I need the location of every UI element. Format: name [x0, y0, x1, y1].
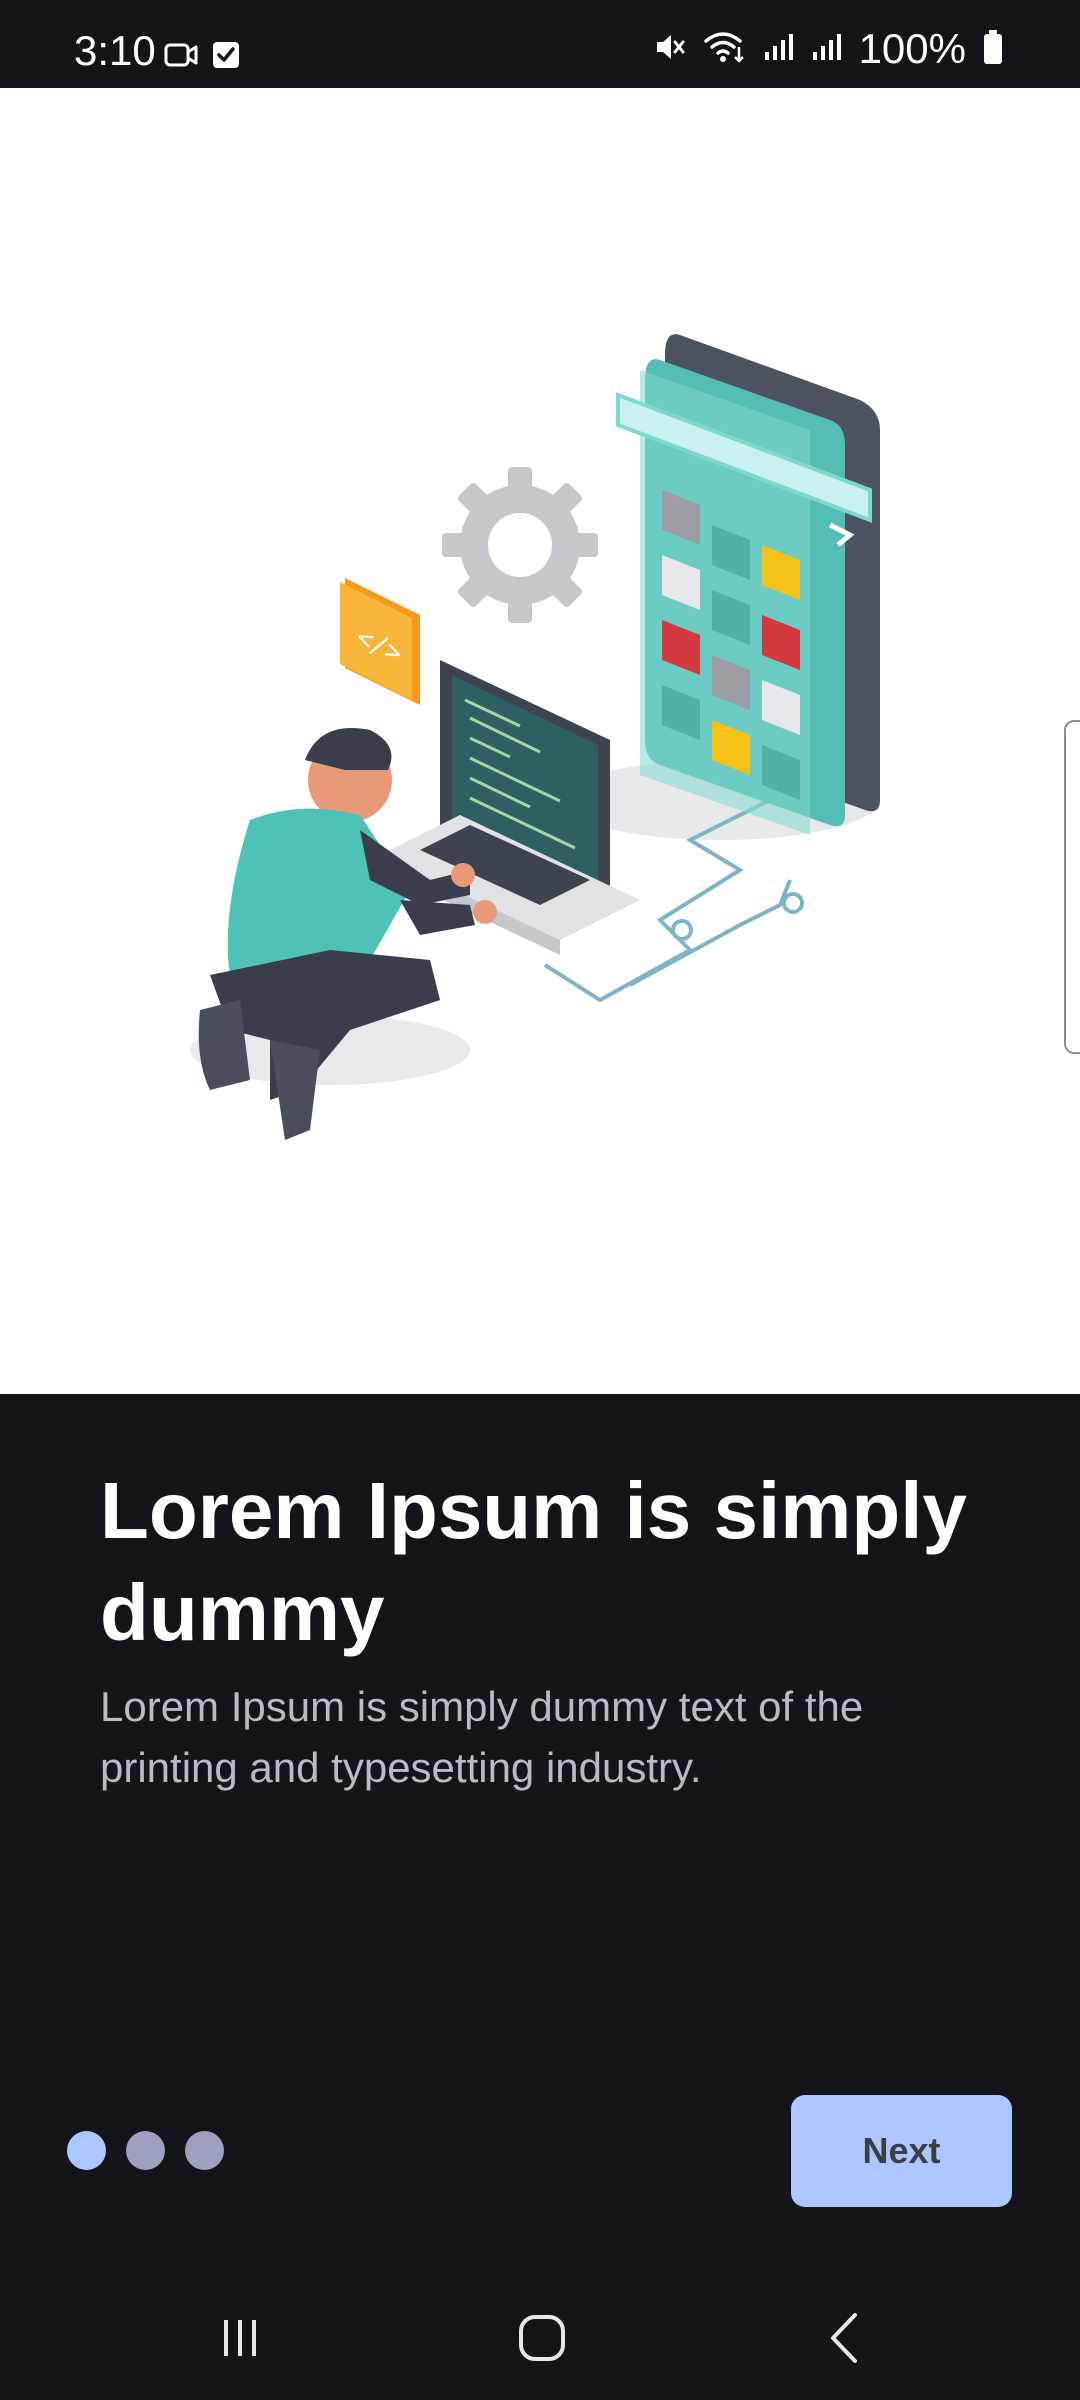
- system-navigation-bar: [0, 2280, 1080, 2400]
- home-icon: [517, 2313, 567, 2368]
- developer-illustration: </>: [190, 334, 880, 1140]
- signal-icon: [763, 32, 795, 67]
- status-time: 3:10: [74, 27, 156, 74]
- page-indicator: [67, 2131, 224, 2170]
- signal-icon: [811, 32, 843, 67]
- recent-apps-button[interactable]: [200, 2310, 280, 2370]
- page-indicator-dot-active[interactable]: [67, 2131, 106, 2170]
- back-icon: [825, 2311, 865, 2370]
- checkbox-icon: [212, 40, 240, 75]
- back-button[interactable]: [805, 2310, 885, 2370]
- onboarding-title: Lorem Ipsum is simply dummy: [100, 1466, 967, 1657]
- next-button[interactable]: Next: [791, 2095, 1012, 2207]
- onboarding-illustration-panel: </>: [0, 88, 1080, 1394]
- video-call-icon: [164, 42, 198, 73]
- battery-icon: [982, 29, 1004, 70]
- edge-panel-handle[interactable]: [1064, 720, 1080, 1054]
- status-bar: 3:10 100%: [0, 0, 1080, 88]
- battery-percentage: 100%: [858, 25, 966, 72]
- status-left-icons: [164, 40, 240, 75]
- status-right: 100%: [653, 28, 1004, 70]
- page-indicator-dot[interactable]: [126, 2131, 165, 2170]
- home-button[interactable]: [502, 2310, 582, 2370]
- onboarding-description: Lorem Ipsum is simply dummy text of the …: [100, 1683, 864, 1791]
- recent-apps-icon: [216, 2314, 264, 2367]
- wifi-icon: [703, 29, 747, 70]
- page-indicator-dot[interactable]: [185, 2131, 224, 2170]
- onboarding-content: Lorem Ipsum is simply dummy Lorem Ipsum …: [100, 1460, 980, 1798]
- mute-icon: [653, 30, 687, 69]
